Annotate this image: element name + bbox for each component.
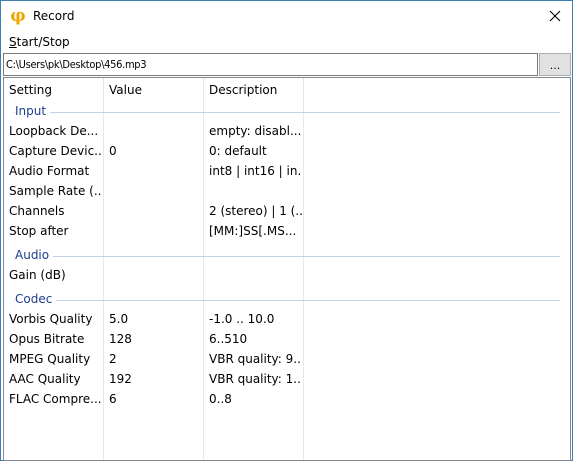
menu-start-stop[interactable]: Start/Stop — [9, 35, 70, 50]
cell-setting: Gain (dB) — [9, 268, 66, 282]
cell-description: empty: disabl... — [209, 124, 302, 138]
app-logo-icon: φ — [10, 6, 26, 26]
cell-description: 0..8 — [209, 392, 232, 406]
header-description[interactable]: Description — [209, 83, 277, 98]
cell-setting: Audio Format — [9, 164, 90, 178]
group-divider — [14, 256, 560, 257]
list-header: Setting Value Description — [4, 78, 570, 102]
browse-button[interactable]: ... — [539, 53, 571, 76]
output-path-input[interactable] — [3, 53, 538, 76]
cell-setting: AAC Quality — [9, 372, 81, 386]
cell-setting: Sample Rate (... — [9, 184, 102, 198]
table-row[interactable]: FLAC Compre... 6 0..8 — [4, 390, 570, 410]
cell-setting: MPEG Quality — [9, 352, 91, 366]
cell-description: 6..510 — [209, 332, 248, 346]
cell-setting: Vorbis Quality — [9, 312, 93, 326]
header-setting[interactable]: Setting — [9, 83, 52, 98]
table-row[interactable]: Vorbis Quality 5.0 -1.0 .. 10.0 — [4, 310, 570, 330]
title-bar: φ Record — [1, 1, 572, 31]
cell-value: 192 — [109, 372, 132, 386]
cell-description: VBR quality: 9... — [209, 352, 302, 366]
cell-description: 2 (stereo) | 1 (... — [209, 204, 302, 218]
cell-setting: Opus Bitrate — [9, 332, 85, 346]
cell-value: 0 — [109, 144, 117, 158]
table-row[interactable]: MPEG Quality 2 VBR quality: 9... — [4, 350, 570, 370]
menu-accelerator: S — [9, 35, 17, 49]
group-label: Audio — [15, 248, 54, 263]
group-label: Codec — [15, 292, 57, 307]
table-row[interactable]: Gain (dB) — [4, 266, 570, 286]
table-row[interactable]: Stop after [MM:]SS[.MS... — [4, 222, 570, 242]
record-window: φ Record Start/Stop ... Setting Value De… — [0, 0, 573, 461]
cell-setting: Loopback De... — [9, 124, 99, 138]
window-title: Record — [33, 9, 75, 23]
group-header-input[interactable]: Input — [4, 102, 570, 122]
settings-list[interactable]: Setting Value Description Input Loopback … — [3, 77, 571, 461]
header-value[interactable]: Value — [109, 83, 142, 98]
group-header-audio[interactable]: Audio — [4, 246, 570, 266]
table-row[interactable]: Channels 2 (stereo) | 1 (... — [4, 202, 570, 222]
cell-description: 0: default — [209, 144, 267, 158]
cell-description: VBR quality: 1... — [209, 372, 302, 386]
cell-setting: Stop after — [9, 224, 69, 238]
cell-value: 2 — [109, 352, 117, 366]
table-row[interactable]: Audio Format int8 | int16 | in... — [4, 162, 570, 182]
cell-setting: FLAC Compre... — [9, 392, 102, 406]
cell-setting: Channels — [9, 204, 65, 218]
group-divider — [14, 112, 560, 113]
group-label: Input — [15, 104, 51, 119]
menu-label: tart/Stop — [16, 35, 70, 49]
cell-value: 128 — [109, 332, 132, 346]
group-divider — [14, 300, 560, 301]
cell-value: 5.0 — [109, 312, 129, 326]
menu-bar: Start/Stop — [1, 32, 572, 52]
cell-description: -1.0 .. 10.0 — [209, 312, 275, 326]
group-header-codec[interactable]: Codec — [4, 290, 570, 310]
table-row[interactable]: AAC Quality 192 VBR quality: 1... — [4, 370, 570, 390]
table-row[interactable]: Loopback De... empty: disabl... — [4, 122, 570, 142]
cell-description: int8 | int16 | in... — [209, 164, 302, 178]
table-row[interactable]: Capture Devic... 0 0: default — [4, 142, 570, 162]
cell-setting: Capture Devic... — [9, 144, 102, 158]
close-button[interactable] — [538, 1, 572, 31]
close-icon — [549, 10, 561, 22]
table-row[interactable]: Sample Rate (... — [4, 182, 570, 202]
table-row[interactable]: Opus Bitrate 128 6..510 — [4, 330, 570, 350]
cell-description: [MM:]SS[.MS... — [209, 224, 297, 238]
cell-value: 6 — [109, 392, 117, 406]
